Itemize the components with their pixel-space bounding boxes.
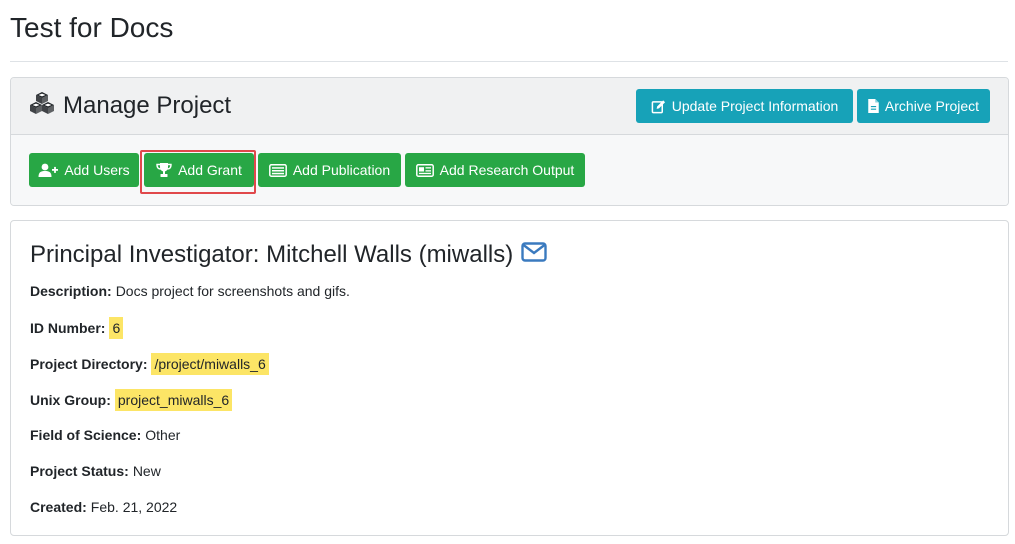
file-icon: [868, 99, 879, 113]
add-research-output-button[interactable]: Add Research Output: [405, 153, 585, 187]
description-value: Docs project for screenshots and gifs.: [115, 283, 350, 299]
id-number-field: ID Number: 6: [30, 317, 124, 339]
manage-project-heading: Manage Project: [63, 91, 232, 119]
created-field: Created: Feb. 21, 2022: [30, 499, 177, 515]
archive-project-button[interactable]: Archive Project: [857, 89, 990, 123]
project-directory-field: Project Directory: /project/miwalls_6: [30, 353, 269, 375]
project-status-label: Project Status:: [30, 463, 129, 479]
add-users-label: Add Users: [64, 162, 130, 178]
field-of-science-field: Field of Science: Other: [30, 427, 180, 443]
created-label: Created:: [30, 499, 87, 515]
research-output-icon: [415, 163, 434, 177]
update-project-information-button[interactable]: Update Project Information: [636, 89, 853, 123]
id-number-value: 6: [109, 317, 124, 339]
unix-group-label: Unix Group:: [30, 392, 111, 408]
description-field: Description: Docs project for screenshot…: [30, 283, 350, 299]
add-publication-label: Add Publication: [292, 162, 391, 178]
created-value: Feb. 21, 2022: [90, 499, 178, 515]
project-details-card: Principal Investigator: Mitchell Walls (…: [10, 220, 1009, 536]
project-directory-label: Project Directory:: [30, 356, 148, 372]
field-of-science-value: Other: [145, 427, 181, 443]
envelope-icon[interactable]: [521, 241, 547, 269]
id-number-label: ID Number:: [30, 320, 106, 336]
project-directory-value: /project/miwalls_6: [151, 353, 269, 375]
user-plus-icon: [38, 163, 59, 177]
add-users-button[interactable]: Add Users: [29, 153, 139, 187]
project-status-field: Project Status: New: [30, 463, 161, 479]
unix-group-value: project_miwalls_6: [114, 389, 233, 411]
principal-investigator-text: Principal Investigator: Mitchell Walls (…: [30, 241, 514, 268]
edit-icon: [651, 99, 665, 113]
add-research-output-label: Add Research Output: [439, 162, 575, 178]
project-status-value: New: [132, 463, 161, 479]
page-title: Test for Docs: [10, 12, 174, 43]
update-project-information-label: Update Project Information: [671, 98, 839, 114]
newspaper-icon: [268, 163, 287, 177]
principal-investigator-heading: Principal Investigator: Mitchell Walls (…: [30, 241, 547, 269]
manage-project-title: Manage Project: [29, 91, 231, 120]
archive-project-label: Archive Project: [884, 98, 980, 114]
title-divider: [10, 61, 1008, 62]
annotation-highlight-box: [140, 150, 256, 194]
description-label: Description:: [30, 283, 112, 299]
cubes-icon: [29, 91, 55, 120]
field-of-science-label: Field of Science:: [30, 427, 142, 443]
add-publication-button[interactable]: Add Publication: [258, 153, 401, 187]
unix-group-field: Unix Group: project_miwalls_6: [30, 389, 233, 411]
